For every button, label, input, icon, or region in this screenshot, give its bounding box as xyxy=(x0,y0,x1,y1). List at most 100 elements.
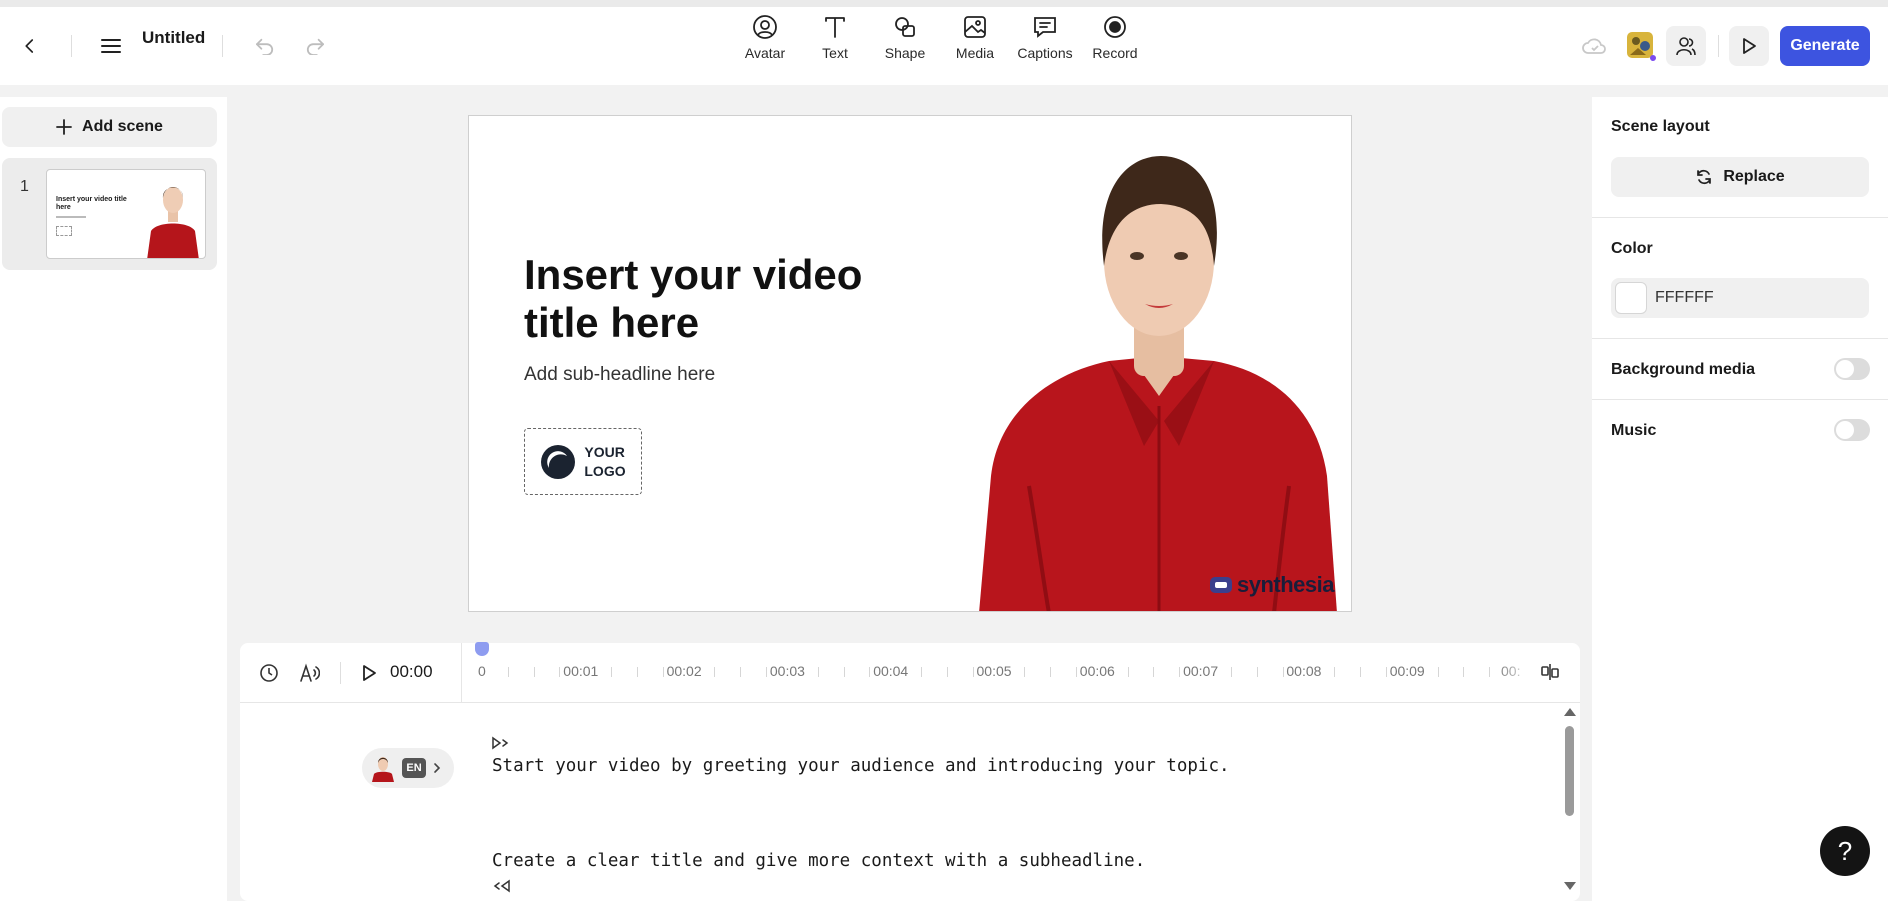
voice-settings-icon[interactable] xyxy=(298,662,320,684)
language-badge: EN xyxy=(402,758,426,778)
time-tick-mark xyxy=(1282,667,1284,677)
text-tool-label: Text xyxy=(822,45,848,61)
captions-icon xyxy=(1034,17,1056,38)
time-tick-label: 00:08 xyxy=(1286,663,1322,679)
divider xyxy=(1592,338,1888,339)
background-color-field[interactable]: FFFFFF xyxy=(1611,278,1869,318)
avatar-icon xyxy=(753,15,777,39)
time-tick-mark xyxy=(946,667,948,677)
ruler-fade xyxy=(1496,648,1536,696)
script-line-1[interactable]: Start your video by greeting your audien… xyxy=(492,756,1230,776)
help-button[interactable]: ? xyxy=(1820,826,1870,876)
shape-tool-button[interactable]: Shape xyxy=(870,14,940,70)
logo-mark-icon xyxy=(541,444,576,479)
time-tick-mark xyxy=(533,667,535,677)
time-tick-mark xyxy=(972,667,974,677)
record-tool-label: Record xyxy=(1092,45,1138,61)
people-icon xyxy=(1676,37,1696,56)
scene-canvas[interactable]: Insert your video title here Add sub-hea… xyxy=(468,115,1352,612)
music-label: Music xyxy=(1611,422,1657,439)
timeline-play-button[interactable] xyxy=(358,662,380,684)
time-tick-label: 00:01 xyxy=(563,663,599,679)
time-tick-mark xyxy=(1489,667,1491,677)
time-tick-mark xyxy=(1050,667,1052,677)
media-tool-button[interactable]: Media xyxy=(940,14,1010,70)
divider xyxy=(1592,217,1888,218)
time-tick-label: 00:02 xyxy=(666,663,702,679)
color-hex-value[interactable]: FFFFFF xyxy=(1655,289,1714,307)
background-media-label: Background media xyxy=(1611,361,1756,378)
time-tick-mark xyxy=(869,667,871,677)
voice-selector[interactable]: EN xyxy=(362,748,454,788)
plus-icon xyxy=(56,119,72,135)
back-icon[interactable] xyxy=(18,34,42,58)
avatar-tool-button[interactable]: Avatar xyxy=(730,14,800,70)
time-tick-label: 00:04 xyxy=(873,663,909,679)
playhead-handle[interactable] xyxy=(475,642,489,656)
play-icon xyxy=(363,665,376,681)
user-avatar[interactable] xyxy=(1626,31,1656,61)
replace-layout-button[interactable]: Replace xyxy=(1611,157,1869,197)
subheadline-text[interactable]: Add sub-headline here xyxy=(524,364,715,386)
divider xyxy=(461,643,462,703)
cloud-sync-icon xyxy=(1580,34,1608,58)
replace-label: Replace xyxy=(1723,168,1785,185)
script-end-marker-icon[interactable] xyxy=(490,877,512,895)
presenter-avatar[interactable] xyxy=(969,156,1352,612)
watermark-text: synthesia xyxy=(1237,572,1335,597)
script-start-marker-icon[interactable] xyxy=(490,734,512,752)
time-tick-mark xyxy=(714,667,716,677)
scroll-up-arrow-icon[interactable] xyxy=(1564,708,1576,716)
time-tick-mark xyxy=(1360,667,1362,677)
collaborators-button[interactable] xyxy=(1666,26,1706,66)
redo-icon[interactable] xyxy=(302,34,328,58)
time-tick-mark xyxy=(1334,667,1336,677)
captions-tool-label: Captions xyxy=(1017,45,1073,61)
timeline-header xyxy=(240,643,1580,703)
scene-layout-label: Scene layout xyxy=(1611,118,1710,135)
time-tick-mark xyxy=(1179,667,1181,677)
time-tick-mark xyxy=(1385,667,1387,677)
preview-play-button[interactable] xyxy=(1729,26,1769,66)
scroll-down-arrow-icon[interactable] xyxy=(1564,882,1576,890)
time-tick-mark xyxy=(636,667,638,677)
time-tick-mark xyxy=(1075,667,1077,677)
record-icon xyxy=(1104,16,1126,38)
generate-button[interactable]: Generate xyxy=(1780,26,1870,66)
script-line-2[interactable]: Create a clear title and give more conte… xyxy=(492,851,1145,871)
logo-placeholder[interactable]: YOUR LOGO xyxy=(524,428,642,495)
project-title[interactable]: Untitled xyxy=(142,28,205,48)
music-toggle[interactable] xyxy=(1834,419,1870,441)
scene-thumbnail[interactable]: Insert your video title here xyxy=(46,169,206,259)
logo-text-line2: LOGO xyxy=(584,462,626,479)
menu-icon[interactable] xyxy=(98,34,124,58)
synthesia-logo-icon xyxy=(1210,577,1232,593)
time-tick-mark xyxy=(1230,667,1232,677)
time-tick-mark xyxy=(1437,667,1439,677)
color-swatch[interactable] xyxy=(1615,282,1647,314)
time-tick-mark xyxy=(921,667,923,677)
clock-icon[interactable] xyxy=(258,662,280,684)
add-scene-button[interactable]: Add scene xyxy=(2,107,217,147)
time-tick-mark xyxy=(843,667,845,677)
record-tool-button[interactable]: Record xyxy=(1080,14,1150,70)
add-scene-label: Add scene xyxy=(82,118,163,135)
time-tick-label: 00:05 xyxy=(976,663,1012,679)
background-media-toggle[interactable] xyxy=(1834,358,1870,380)
captions-tool-button[interactable]: Captions xyxy=(1010,14,1080,70)
text-tool-button[interactable]: Text xyxy=(800,14,870,70)
split-view-icon[interactable] xyxy=(1538,660,1562,684)
time-tick-mark xyxy=(1127,667,1129,677)
thumb-subheadline xyxy=(56,216,86,218)
undo-icon[interactable] xyxy=(252,34,278,58)
shape-icon xyxy=(895,17,915,37)
time-tick-mark xyxy=(766,667,768,677)
scrollbar-thumb[interactable] xyxy=(1565,726,1574,816)
divider xyxy=(340,662,341,684)
avatar-thumb-icon xyxy=(372,757,394,782)
synthesia-watermark: synthesia xyxy=(1209,572,1335,598)
text-icon xyxy=(825,17,845,38)
thumb-logo xyxy=(56,226,72,236)
chevron-right-icon xyxy=(434,763,441,773)
video-title-text[interactable]: Insert your video title here xyxy=(524,251,944,347)
